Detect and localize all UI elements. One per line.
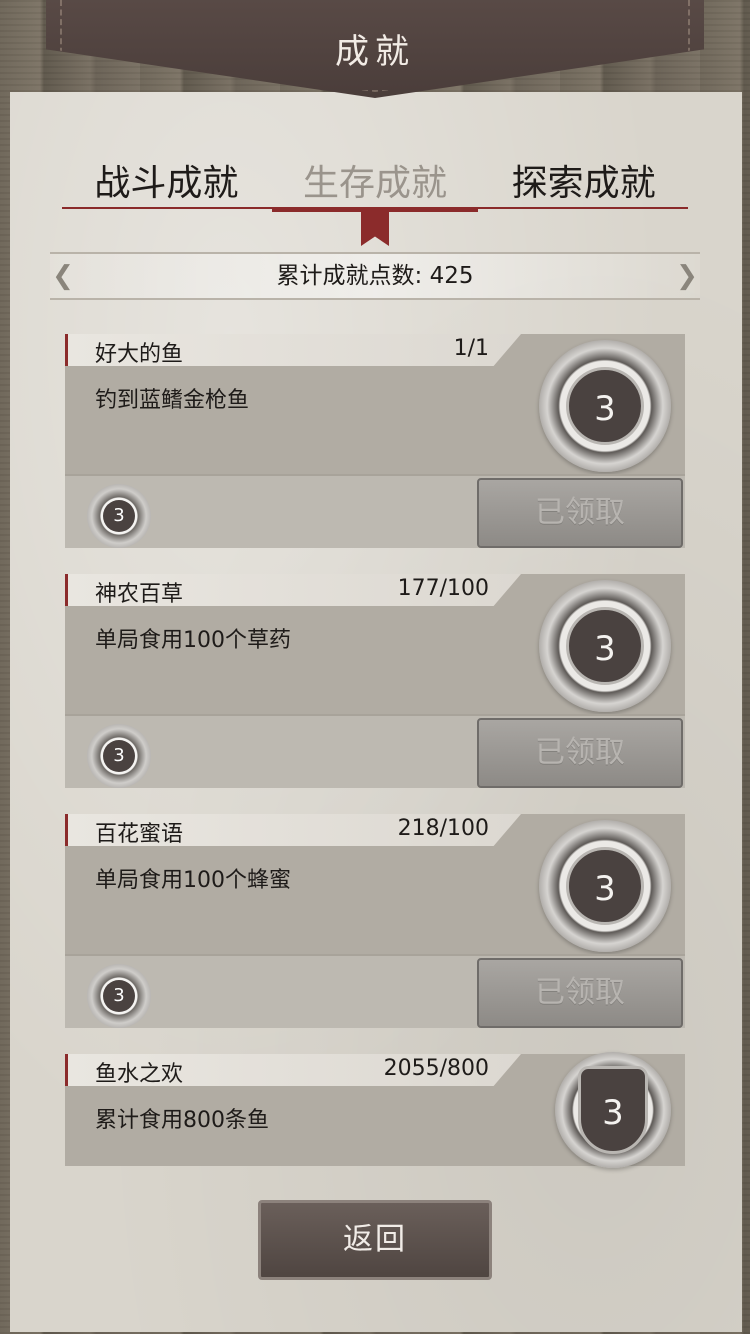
ornament-right-icon: ❯ [676,261,698,291]
achievement-progress: 1/1 [453,336,489,361]
achievement-card: 鱼水之欢 2055/800 累计食用800条鱼 3 [65,1052,685,1168]
achievement-name: 神农百草 [95,582,184,607]
achievement-card: 百花蜜语 218/100 单局食用100个蜂蜜 3 3 已领取 [65,814,685,1028]
reward-points: 3 [103,980,135,1012]
reward-medal-icon: 3 [87,724,151,788]
achievement-description: 单局食用100个草药 [95,628,291,653]
achievement-shield-icon: 3 [555,1052,671,1168]
claimed-button[interactable]: 已领取 [477,958,683,1028]
achievement-card: 好大的鱼 1/1 钓到蓝鳍金枪鱼 3 3 已领取 [65,334,685,548]
achievement-description: 钓到蓝鳍金枪鱼 [95,388,250,413]
achievement-progress: 2055/800 [383,1056,489,1081]
achievement-progress: 177/100 [397,576,489,601]
achievement-tabs: 战斗成就 生存成就 探索成就 [62,148,688,210]
achievement-progress: 218/100 [397,816,489,841]
achievement-medal-icon: 3 [539,820,671,952]
tab-survival[interactable]: 生存成就 [271,148,480,210]
ornament-left-icon: ❮ [52,261,74,291]
achievement-card: 神农百草 177/100 单局食用100个草药 3 3 已领取 [65,574,685,788]
claimed-button[interactable]: 已领取 [477,478,683,548]
reward-points: 3 [103,740,135,772]
achievement-name: 好大的鱼 [95,342,184,367]
achievement-description: 累计食用800条鱼 [95,1108,269,1133]
tab-combat[interactable]: 战斗成就 [62,148,271,210]
achievement-name: 百花蜜语 [95,822,184,847]
achievement-points-bar: ❮ 累计成就点数: 425 ❯ [50,252,700,300]
achievement-points-text: 累计成就点数: 425 [276,263,474,289]
medal-level: 3 [566,367,644,445]
claimed-button[interactable]: 已领取 [477,718,683,788]
reward-medal-icon: 3 [87,964,151,1028]
page-title: 成就 [335,32,415,72]
reward-points: 3 [103,500,135,532]
card-footer: 3 已领取 [65,714,685,788]
reward-medal-icon: 3 [87,484,151,548]
achievement-name: 鱼水之欢 [95,1062,184,1087]
back-button[interactable]: 返回 [258,1200,492,1280]
tab-explore[interactable]: 探索成就 [479,148,688,210]
medal-level: 3 [566,847,644,925]
medal-level: 3 [578,1066,648,1154]
card-footer: 3 已领取 [65,474,685,548]
card-footer: 3 已领取 [65,954,685,1028]
achievement-description: 单局食用100个蜂蜜 [95,868,291,893]
medal-level: 3 [566,607,644,685]
achievement-medal-icon: 3 [539,340,671,472]
achievement-medal-icon: 3 [539,580,671,712]
